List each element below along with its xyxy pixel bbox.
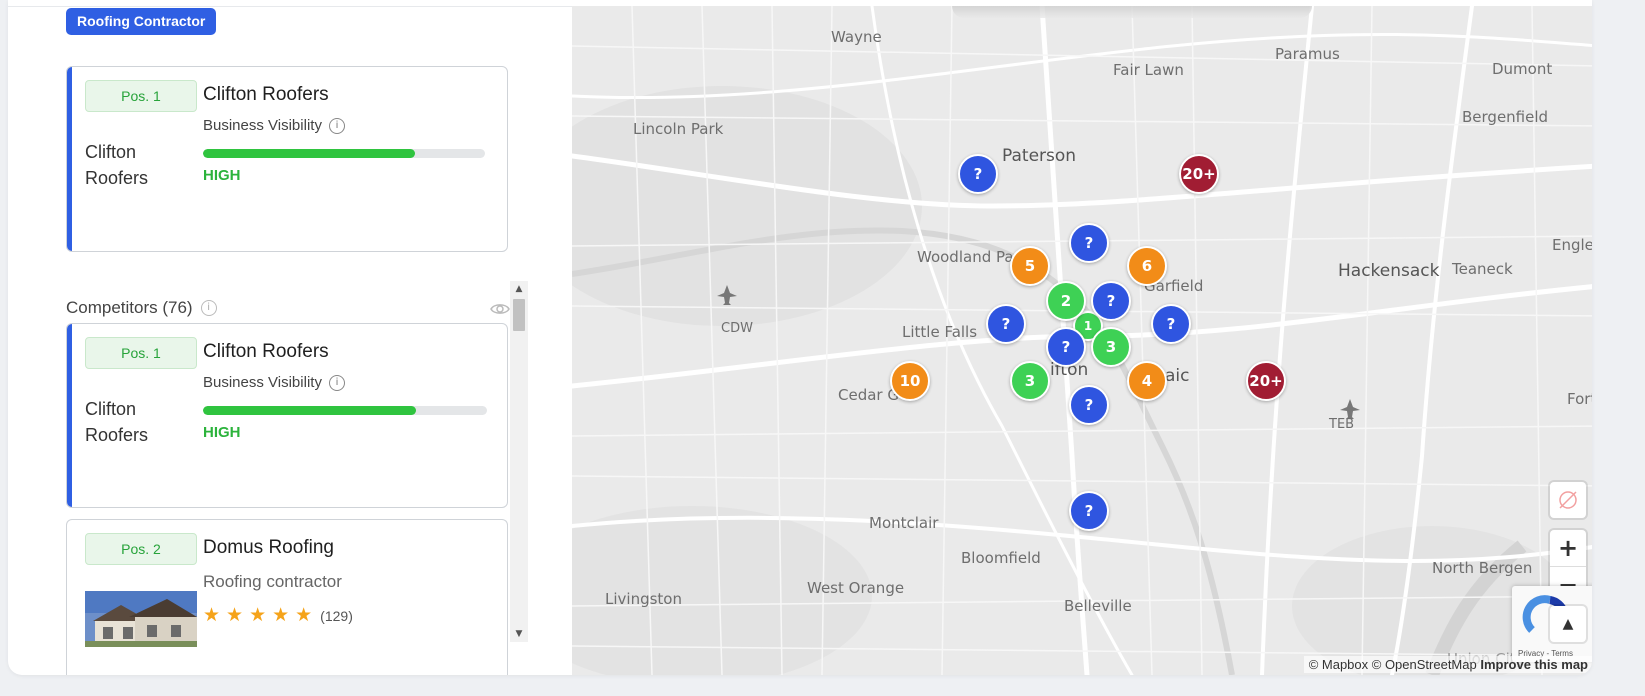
- house-photo-icon: [85, 591, 197, 647]
- visibility-label-row: Business Visibility i: [203, 374, 345, 391]
- place-label: Bloomfield: [961, 549, 1041, 567]
- main-business-card[interactable]: Pos. 1 Clifton Roofers Business Visibili…: [66, 66, 508, 252]
- card-accent: [67, 324, 72, 507]
- position-badge: Pos. 1: [85, 80, 197, 112]
- map-marker[interactable]: ?: [1069, 491, 1109, 531]
- info-icon[interactable]: i: [200, 300, 217, 316]
- visibility-bar: [203, 149, 485, 158]
- place-label: CDW: [721, 321, 753, 336]
- place-label: Dumont: [1492, 60, 1553, 78]
- place-label: Belleville: [1064, 597, 1132, 615]
- hide-layer-control[interactable]: [1550, 482, 1586, 518]
- visibility-label: Business Visibility: [203, 117, 322, 134]
- position-badge: Pos. 1: [85, 337, 197, 369]
- map-marker[interactable]: 10: [890, 361, 930, 401]
- improve-map-link[interactable]: Improve this map: [1480, 657, 1588, 672]
- competitors-scrollbar[interactable]: ▲ ▼: [510, 281, 528, 642]
- rating-stars: ★★★★★ (129): [203, 604, 353, 626]
- eye-icon[interactable]: [490, 302, 510, 316]
- map-marker[interactable]: 3: [1010, 361, 1050, 401]
- place-label: TEB: [1329, 417, 1355, 432]
- visibility-label-row: Business Visibility i: [203, 117, 345, 134]
- page-card: Roofing Contractor Pos. 1 Clifton Roofer…: [8, 0, 1592, 675]
- business-name: Clifton Roofers: [203, 84, 329, 105]
- map-marker[interactable]: 4: [1127, 361, 1167, 401]
- map-marker[interactable]: 2: [1046, 281, 1086, 321]
- place-label: Livingston: [605, 590, 682, 608]
- business-image: Clifton Roofers: [85, 399, 149, 445]
- place-label: Montclair: [869, 514, 939, 532]
- info-icon[interactable]: i: [328, 117, 345, 134]
- visibility-label: Business Visibility: [203, 374, 322, 391]
- map-top-shadow: [952, 6, 1312, 18]
- category-badge: Roofing Contractor: [66, 8, 217, 35]
- place-label: West Orange: [807, 579, 905, 597]
- star-icons: ★★★★★: [203, 604, 319, 626]
- map-marker[interactable]: 20+: [1246, 361, 1286, 401]
- map-marker[interactable]: ?: [1091, 281, 1131, 321]
- place-label: Teaneck: [1452, 260, 1513, 278]
- map-marker[interactable]: ?: [1046, 327, 1086, 367]
- compass-icon[interactable]: ▲: [1550, 606, 1586, 642]
- map-marker[interactable]: ?: [1151, 304, 1191, 344]
- info-icon[interactable]: i: [328, 374, 345, 391]
- eye-off-icon: [1559, 491, 1577, 509]
- business-image: Clifton Roofers: [85, 142, 149, 188]
- place-label: Fair Lawn: [1113, 61, 1184, 79]
- position-badge: Pos. 2: [85, 533, 197, 565]
- map-marker[interactable]: ?: [958, 154, 998, 194]
- business-category: Roofing contractor: [203, 572, 342, 591]
- zoom-in-button[interactable]: +: [1550, 530, 1586, 566]
- place-label: North Bergen: [1432, 559, 1533, 577]
- map-marker[interactable]: ?: [1069, 385, 1109, 425]
- competitors-title: Competitors (76): [66, 298, 193, 317]
- place-label: Fort: [1567, 390, 1592, 408]
- visibility-level: HIGH: [203, 424, 241, 441]
- visibility-bar-fill: [203, 406, 416, 415]
- business-name: Clifton Roofers: [203, 341, 329, 362]
- map-marker[interactable]: ?: [986, 304, 1026, 344]
- place-label: Englev: [1552, 236, 1592, 254]
- compass-control[interactable]: ▲: [1550, 606, 1586, 642]
- place-label: Hackensack: [1338, 261, 1440, 281]
- visibility-bar: [203, 406, 487, 415]
- map-marker[interactable]: ?: [1069, 223, 1109, 263]
- review-count: (129): [320, 608, 353, 624]
- card-accent: [67, 67, 72, 251]
- place-label: Lincoln Park: [633, 120, 724, 138]
- competitor-card[interactable]: Pos. 1 Clifton Roofers Business Visibili…: [66, 323, 508, 508]
- visibility-level: HIGH: [203, 167, 241, 184]
- competitors-header: Competitors (76) i: [66, 298, 217, 318]
- attribution-text[interactable]: © Mapbox © OpenStreetMap: [1309, 657, 1477, 672]
- map-marker[interactable]: 20+: [1179, 154, 1219, 194]
- place-label: Paterson: [1002, 146, 1077, 166]
- scroll-down-arrow[interactable]: ▼: [510, 626, 528, 642]
- visibility-bar-fill: [203, 149, 415, 158]
- map-marker[interactable]: 6: [1127, 246, 1167, 286]
- business-name: Domus Roofing: [203, 537, 334, 558]
- map-view[interactable]: Wayne Paramus Dumont Fair Lawn Lincoln P…: [572, 6, 1592, 675]
- place-label: Bergenfield: [1462, 108, 1549, 126]
- business-photo: [85, 591, 197, 647]
- place-label: Cedar G: [838, 386, 899, 404]
- place-label: Wayne: [831, 28, 882, 46]
- place-label: Woodland Pa: [917, 248, 1014, 266]
- scroll-up-arrow[interactable]: ▲: [510, 281, 528, 297]
- place-label: Paramus: [1275, 45, 1340, 63]
- competitor-card[interactable]: Pos. 2 Domus Roofing Roofing contractor …: [66, 519, 508, 675]
- place-label: aic: [1165, 366, 1190, 386]
- place-label: Little Falls: [902, 323, 978, 341]
- map-attribution: © Mapbox © OpenStreetMap Improve this ma…: [1303, 656, 1592, 673]
- map-marker[interactable]: 5: [1010, 246, 1050, 286]
- scroll-thumb[interactable]: [513, 299, 525, 331]
- map-marker[interactable]: 3: [1091, 327, 1131, 367]
